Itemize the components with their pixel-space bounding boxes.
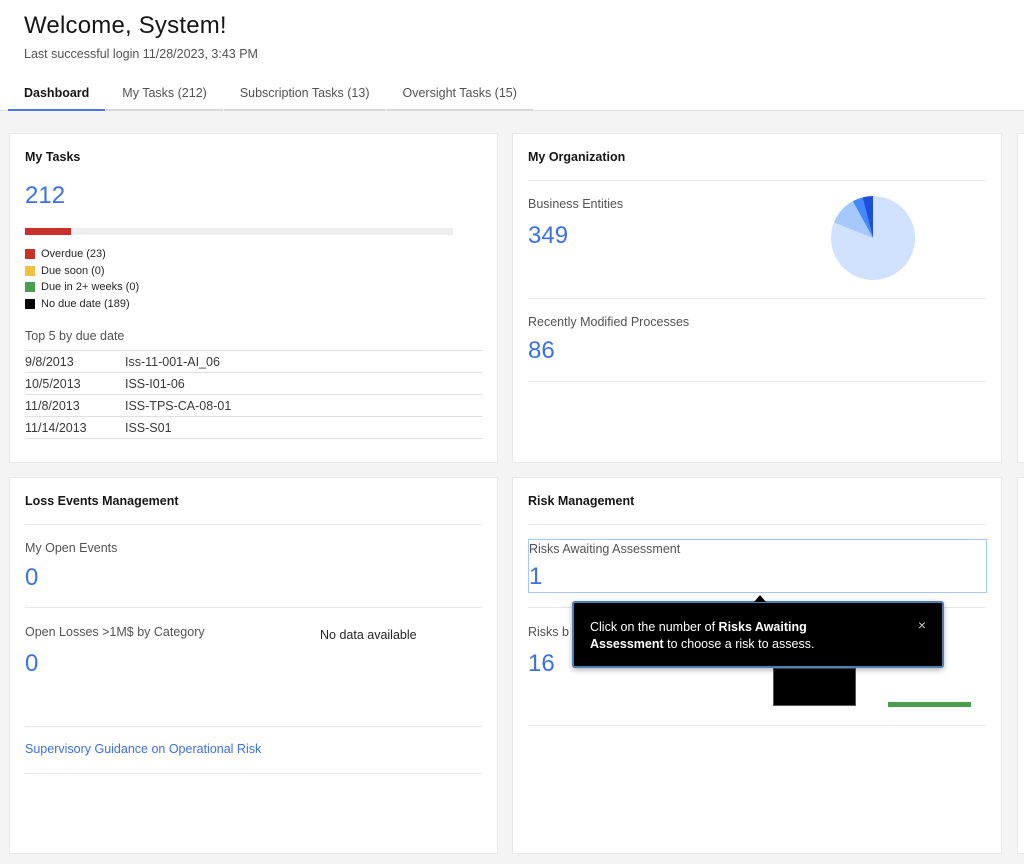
my-organization-panel: My Organization Business Entities 349 Re… [512,133,1002,463]
my-tasks-total[interactable]: 212 [25,182,65,210]
risks-by-label: Risks b [528,625,569,639]
panel-title: My Tasks [25,150,81,164]
my-tasks-panel: My Tasks 212 Overdue (23) Due soon (0) D… [9,133,498,463]
risks-awaiting-value[interactable]: 1 [529,563,542,591]
top5-table: 9/8/2013 Iss-11-001-AI_06 10/5/2013 ISS-I0… [25,350,482,440]
recent-processes-label: Recently Modified Processes [528,315,690,329]
divider [528,298,986,299]
task-link[interactable]: ISS-S01 [125,416,482,439]
table-row: 11/8/2013 ISS-TPS-CA-08-01 [25,394,482,417]
task-link[interactable]: Iss-11-001-AI_06 [125,350,482,373]
task-link[interactable]: ISS-I01-06 [125,372,482,395]
panel-title: Loss Events Management [25,494,179,508]
page-header: Welcome, System! Last successful login 1… [0,0,1024,111]
legend-swatch [25,282,35,293]
table-row: 10/5/2013 ISS-I01-06 [25,372,482,395]
risks-by-value[interactable]: 16 [528,650,555,678]
task-link[interactable]: Global Financial Services - RGL - 2013 [125,438,482,440]
legend-overdue: Overdue (23) [25,246,139,263]
table-row: 11/22/2022Global Financial Services - RG… [25,438,482,440]
open-events-value[interactable]: 0 [25,564,38,592]
divider [25,726,482,727]
overdue-fill [25,228,72,235]
tasks-progress-bar [25,228,453,235]
loss-events-panel: Loss Events Management My Open Events 0 … [9,477,498,854]
tab-oversight-tasks[interactable]: Oversight Tasks (15) [386,82,533,111]
business-entities-label: Business Entities [528,197,624,211]
task-link[interactable]: ISS-TPS-CA-08-01 [125,394,482,417]
no-data-message: No data available [320,628,417,642]
guidance-tooltip: Click on the number of Risks Awaiting Ass… [572,595,944,668]
tooltip-arrow [754,595,766,602]
open-losses-value[interactable]: 0 [25,650,38,678]
divider [528,524,986,525]
risks-awaiting-highlight[interactable]: Risks Awaiting Assessment 1 [528,539,987,593]
divider [25,524,482,525]
tab-dashboard[interactable]: Dashboard [8,82,106,111]
divider [25,773,482,774]
third-column-panel-top [1017,133,1024,463]
open-losses-label: Open Losses >1M$ by Category [25,625,205,639]
last-login: Last successful login 11/28/2023, 3:43 P… [24,47,258,61]
close-icon[interactable]: × [918,617,926,634]
tasks-legend: Overdue (23) Due soon (0) Due in 2+ week… [25,246,139,312]
third-column-panel-bottom [1017,477,1024,854]
divider [25,607,482,608]
risk-chart-bar-green [888,702,971,707]
panel-title: My Organization [528,150,626,164]
risk-chart-bar-black [773,668,856,706]
recent-processes-value[interactable]: 86 [528,337,555,365]
legend-due-2-weeks: Due in 2+ weeks (0) [25,279,139,296]
supervisory-guidance-link[interactable]: Supervisory Guidance on Operational Risk [25,742,261,756]
table-row: 11/14/2013 ISS-S01 [25,416,482,439]
divider [528,381,986,382]
table-row: 9/8/2013 Iss-11-001-AI_06 [25,350,482,373]
page-title: Welcome, System! [24,12,227,39]
tab-my-tasks[interactable]: My Tasks (212) [106,82,223,111]
risks-awaiting-label: Risks Awaiting Assessment [529,542,681,556]
top5-label: Top 5 by due date [25,329,125,343]
business-entities-pie [831,196,915,280]
business-entities-value[interactable]: 349 [528,222,568,250]
legend-swatch [25,249,35,260]
divider [528,725,986,726]
legend-swatch [25,265,35,276]
tab-bar: Dashboard My Tasks (212) Subscription Ta… [8,82,534,111]
divider [528,180,986,181]
tab-subscription-tasks[interactable]: Subscription Tasks (13) [223,82,386,111]
panel-title: Risk Management [528,494,635,508]
legend-swatch [25,298,35,309]
legend-due-soon: Due soon (0) [25,263,139,280]
open-events-label: My Open Events [25,541,118,555]
legend-no-due-date: No due date (189) [25,296,139,313]
